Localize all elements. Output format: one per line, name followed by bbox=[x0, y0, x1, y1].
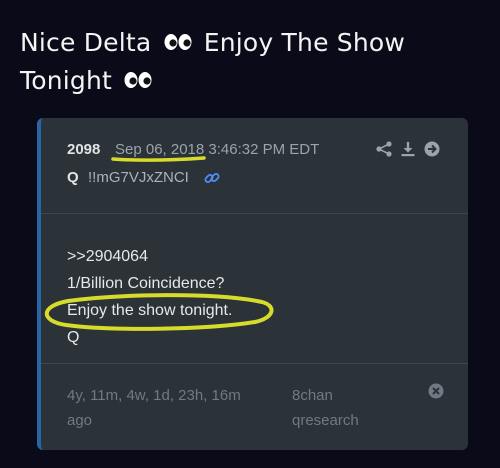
post-tools bbox=[375, 140, 441, 158]
post-signature: Q bbox=[67, 329, 80, 346]
eyes-icon bbox=[124, 71, 152, 89]
post-source-board: 8chan bbox=[292, 387, 333, 404]
headline-text-a: Nice Delta bbox=[20, 28, 152, 57]
close-circle-icon[interactable] bbox=[427, 382, 445, 400]
divider bbox=[41, 213, 468, 214]
post-source-thread: qresearch bbox=[292, 412, 359, 429]
post-body: >>2904064 1/Billion Coincidence? Enjoy t… bbox=[67, 243, 232, 351]
headline-line-1: Nice Delta Enjoy The Show bbox=[20, 24, 480, 62]
headline-line-2: Tonight bbox=[20, 62, 480, 100]
post-date: Sep 06, 2018 3:46:32 PM EDT bbox=[115, 141, 320, 158]
link-icon[interactable] bbox=[203, 169, 221, 187]
eyes-icon bbox=[164, 33, 192, 51]
post-number[interactable]: 2098 bbox=[67, 141, 100, 158]
post-card: 2098 Sep 06, 2018 3:46:32 PM EDT Q !!mG7… bbox=[37, 118, 468, 450]
download-icon[interactable] bbox=[399, 140, 417, 158]
post-reply-link[interactable]: >>2904064 bbox=[67, 243, 232, 270]
post-age: 4y, 11m, 4w, 1d, 23h, 16m ago bbox=[67, 383, 267, 433]
post-body-line: 1/Billion Coincidence? bbox=[67, 275, 225, 292]
arrow-right-circle-icon[interactable] bbox=[423, 140, 441, 158]
post-age-line: 4y, 11m, 4w, 1d, 23h, 16m bbox=[67, 387, 241, 404]
post-age-line: ago bbox=[67, 412, 93, 429]
author-name: Q bbox=[67, 169, 79, 186]
post-source: 8chan qresearch bbox=[292, 383, 392, 433]
headline: Nice Delta Enjoy The Show Tonight bbox=[20, 24, 480, 100]
headline-text-b: Enjoy The Show bbox=[203, 28, 406, 57]
headline-text-c: Tonight bbox=[20, 66, 113, 95]
tripcode: !!mG7VJxZNCI bbox=[88, 169, 189, 186]
share-icon[interactable] bbox=[375, 140, 393, 158]
post-body-line: Enjoy the show tonight. bbox=[67, 302, 233, 319]
divider bbox=[41, 363, 468, 364]
